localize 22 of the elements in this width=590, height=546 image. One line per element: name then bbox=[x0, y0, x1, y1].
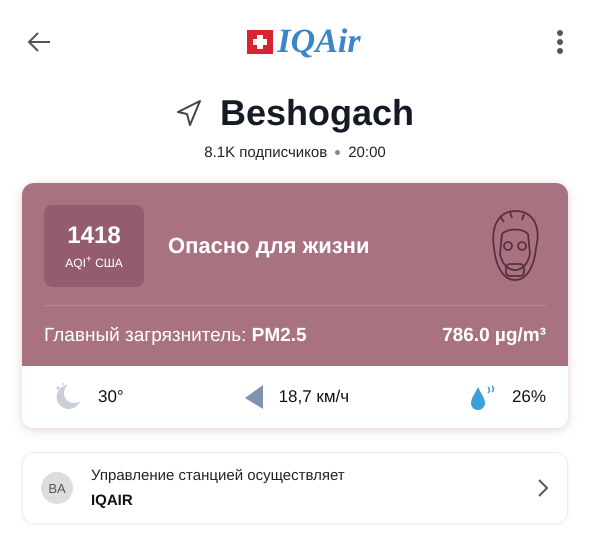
aqi-unit: AQI$^{+}$ США bbox=[65, 254, 123, 270]
operator-avatar: BA bbox=[41, 472, 73, 504]
location-title: Beshogach bbox=[220, 92, 414, 134]
update-time: 20:00 bbox=[348, 144, 386, 161]
wind-direction-icon bbox=[242, 384, 265, 410]
main-pollutant: Главный загрязнитель: PM2.5 bbox=[44, 325, 307, 347]
back-button[interactable] bbox=[26, 31, 52, 53]
weather-value: 30° bbox=[98, 387, 124, 407]
location-arrow-icon bbox=[176, 99, 202, 127]
weather-value: 18,7 км/ч bbox=[278, 387, 350, 407]
chevron-right-icon bbox=[537, 478, 549, 498]
operator-label: Управление станцией осуществляет bbox=[91, 467, 346, 484]
aqi-status: Опасно для жизни bbox=[168, 233, 370, 259]
followers-count: 8.1K подписчиков bbox=[204, 144, 328, 161]
weather-value: 26% bbox=[512, 387, 546, 407]
logo-text: IQAir bbox=[277, 23, 361, 61]
aqi-value: 1418 bbox=[67, 222, 121, 250]
operator-name: IQAIR bbox=[91, 492, 134, 509]
more-menu-button[interactable] bbox=[556, 29, 564, 55]
swiss-flag-icon bbox=[247, 30, 274, 54]
station-operator-card[interactable]: BA Управление станцией осуществляет IQAIR bbox=[22, 452, 568, 524]
pollutant-concentration: 786.0 µg/m³ bbox=[442, 325, 546, 347]
